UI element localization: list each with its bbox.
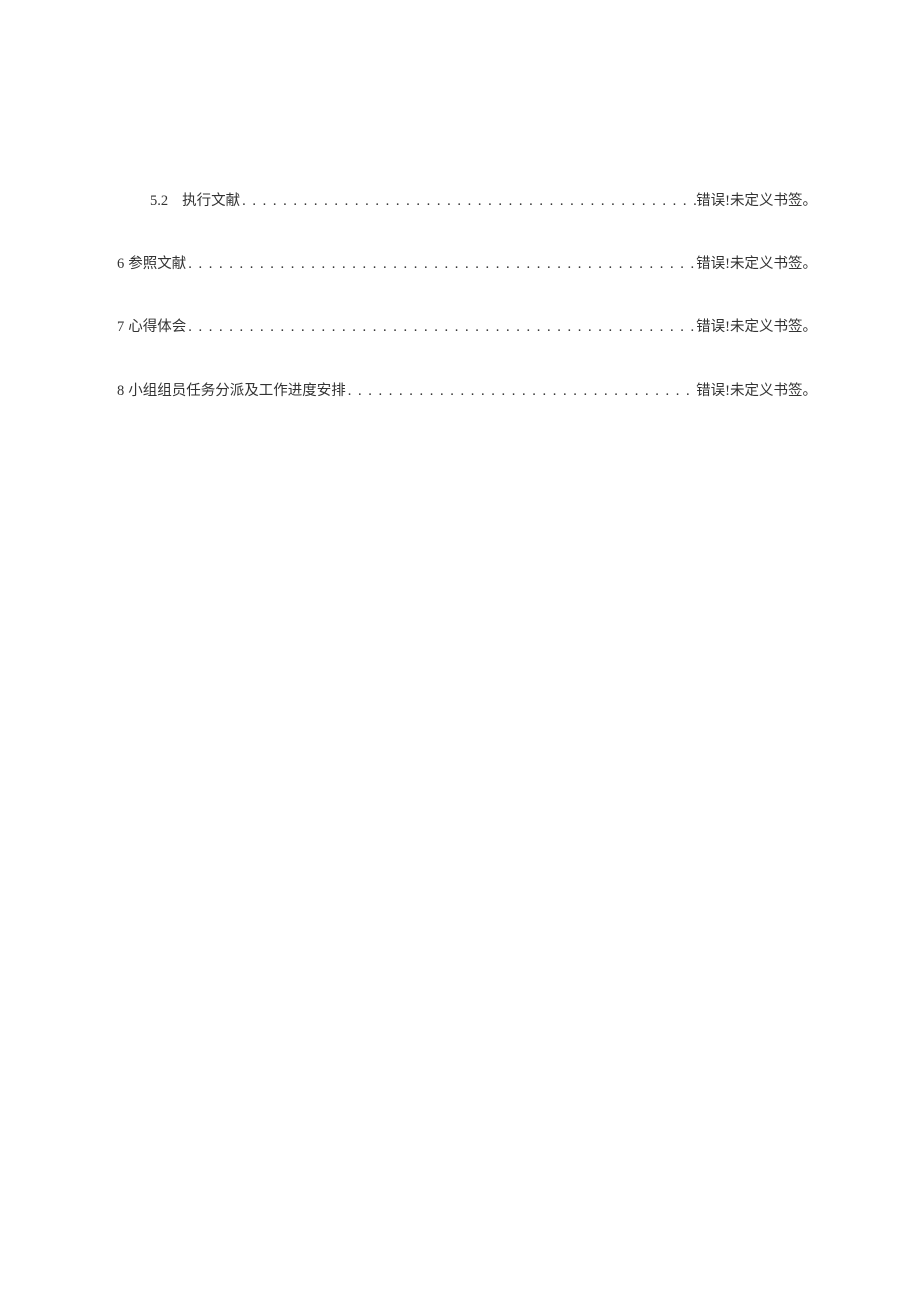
toc-leader (346, 380, 696, 403)
toc-title: 参照文献 (128, 253, 186, 276)
toc-number: 5.2 (150, 190, 168, 213)
toc-page-ref: 错误!未定义书签。 (696, 380, 817, 403)
toc-number: 8 (117, 380, 124, 403)
toc-number: 6 (117, 253, 124, 276)
toc-entry: 6 参照文献 错误!未定义书签。 (117, 253, 817, 276)
toc-page-ref: 错误!未定义书签。 (696, 316, 817, 339)
toc-leader (240, 190, 696, 213)
toc-leader (186, 316, 696, 339)
toc-number: 7 (117, 316, 124, 339)
toc-page-ref: 错误!未定义书签。 (696, 190, 817, 213)
toc-title: 心得体会 (128, 316, 186, 339)
toc-section: 5.2 执行文献 错误!未定义书签。 6 参照文献 错误!未定义书签。 7 心得… (117, 190, 817, 443)
toc-leader (186, 253, 696, 276)
toc-entry: 7 心得体会 错误!未定义书签。 (117, 316, 817, 339)
toc-entry: 8 小组组员任务分派及工作进度安排 错误!未定义书签。 (117, 380, 817, 403)
toc-title: 执行文献 (182, 190, 240, 213)
toc-page-ref: 错误!未定义书签。 (696, 253, 817, 276)
toc-entry: 5.2 执行文献 错误!未定义书签。 (117, 190, 817, 213)
toc-title: 小组组员任务分派及工作进度安排 (128, 380, 346, 403)
